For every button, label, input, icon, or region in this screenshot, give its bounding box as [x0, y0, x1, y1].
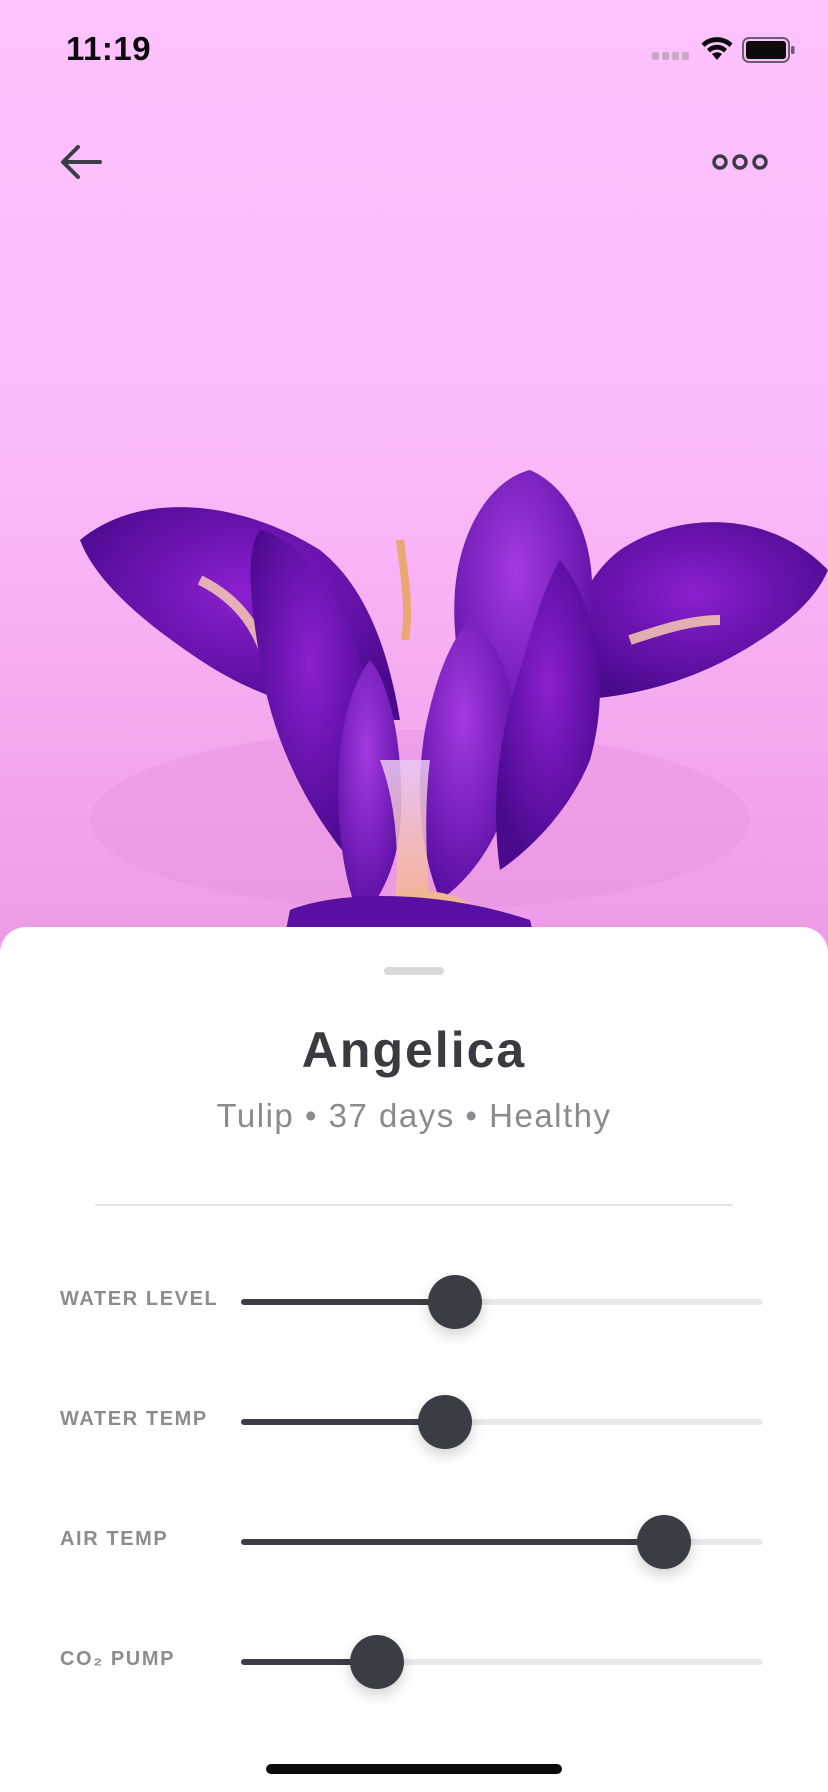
water-level-slider[interactable]	[241, 1275, 763, 1329]
sheet-drag-handle[interactable]	[384, 967, 444, 975]
more-options-icon[interactable]	[710, 148, 770, 176]
plant-hero-image: 11:19	[0, 0, 828, 960]
water-temp-slider[interactable]	[241, 1395, 763, 1449]
co2-pump-slider[interactable]	[241, 1635, 763, 1689]
flower-image	[80, 470, 828, 960]
slider-fill	[241, 1299, 456, 1305]
control-label: WATER LEVEL	[60, 1288, 219, 1310]
slider-fill	[241, 1539, 664, 1545]
status-bar: 11:19	[0, 0, 828, 100]
home-indicator	[266, 1764, 562, 1774]
control-air-temp: AIR TEMP	[0, 1511, 828, 1571]
slider-fill	[241, 1419, 445, 1425]
back-arrow-icon[interactable]	[56, 140, 108, 184]
plant-meta: Tulip • 37 days • Healthy	[216, 1097, 612, 1134]
slider-thumb[interactable]	[349, 1635, 404, 1689]
air-temp-slider[interactable]	[241, 1515, 763, 1569]
control-water-temp: WATER TEMP	[0, 1391, 828, 1451]
divider	[95, 1204, 733, 1206]
control-water-level: WATER LEVEL	[0, 1271, 828, 1331]
control-label: WATER TEMP	[60, 1408, 208, 1430]
slider-thumb[interactable]	[428, 1275, 483, 1329]
cellular-signal-icon	[652, 52, 689, 60]
wifi-icon	[701, 37, 733, 60]
plant-detail-sheet: Angelica Tulip • 37 days • Healthy WATER…	[0, 927, 828, 1792]
battery-icon	[742, 37, 795, 63]
status-time: 11:19	[66, 30, 152, 67]
slider-thumb[interactable]	[417, 1395, 472, 1449]
plant-name: Angelica	[301, 1022, 527, 1078]
control-label: CO₂ PUMP	[60, 1648, 176, 1670]
control-co2-pump: CO₂ PUMP	[0, 1631, 828, 1691]
slider-thumb[interactable]	[636, 1515, 691, 1569]
control-label: AIR TEMP	[60, 1528, 169, 1550]
